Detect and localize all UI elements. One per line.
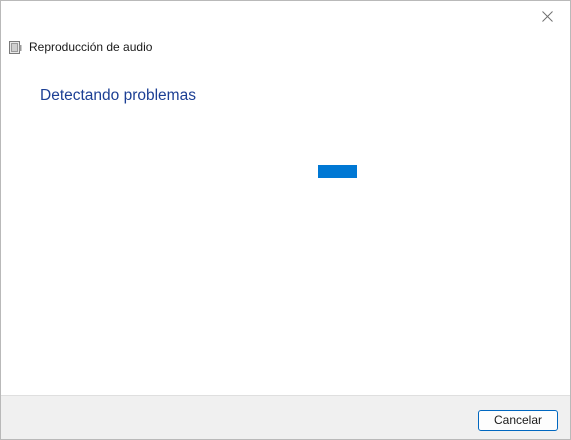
page-heading: Detectando problemas (40, 87, 196, 104)
window-title: Reproducción de audio (29, 40, 153, 54)
close-button[interactable] (532, 5, 562, 27)
troubleshooter-icon (8, 40, 23, 55)
progress-fill (318, 165, 357, 178)
progress-indicator (318, 165, 357, 178)
cancel-button[interactable]: Cancelar (478, 410, 558, 431)
title-bar: Reproducción de audio (8, 38, 152, 56)
troubleshooter-window: Reproducción de audio Detectando problem… (0, 0, 571, 440)
close-icon (541, 10, 553, 22)
footer-bar: Cancelar (1, 395, 570, 439)
